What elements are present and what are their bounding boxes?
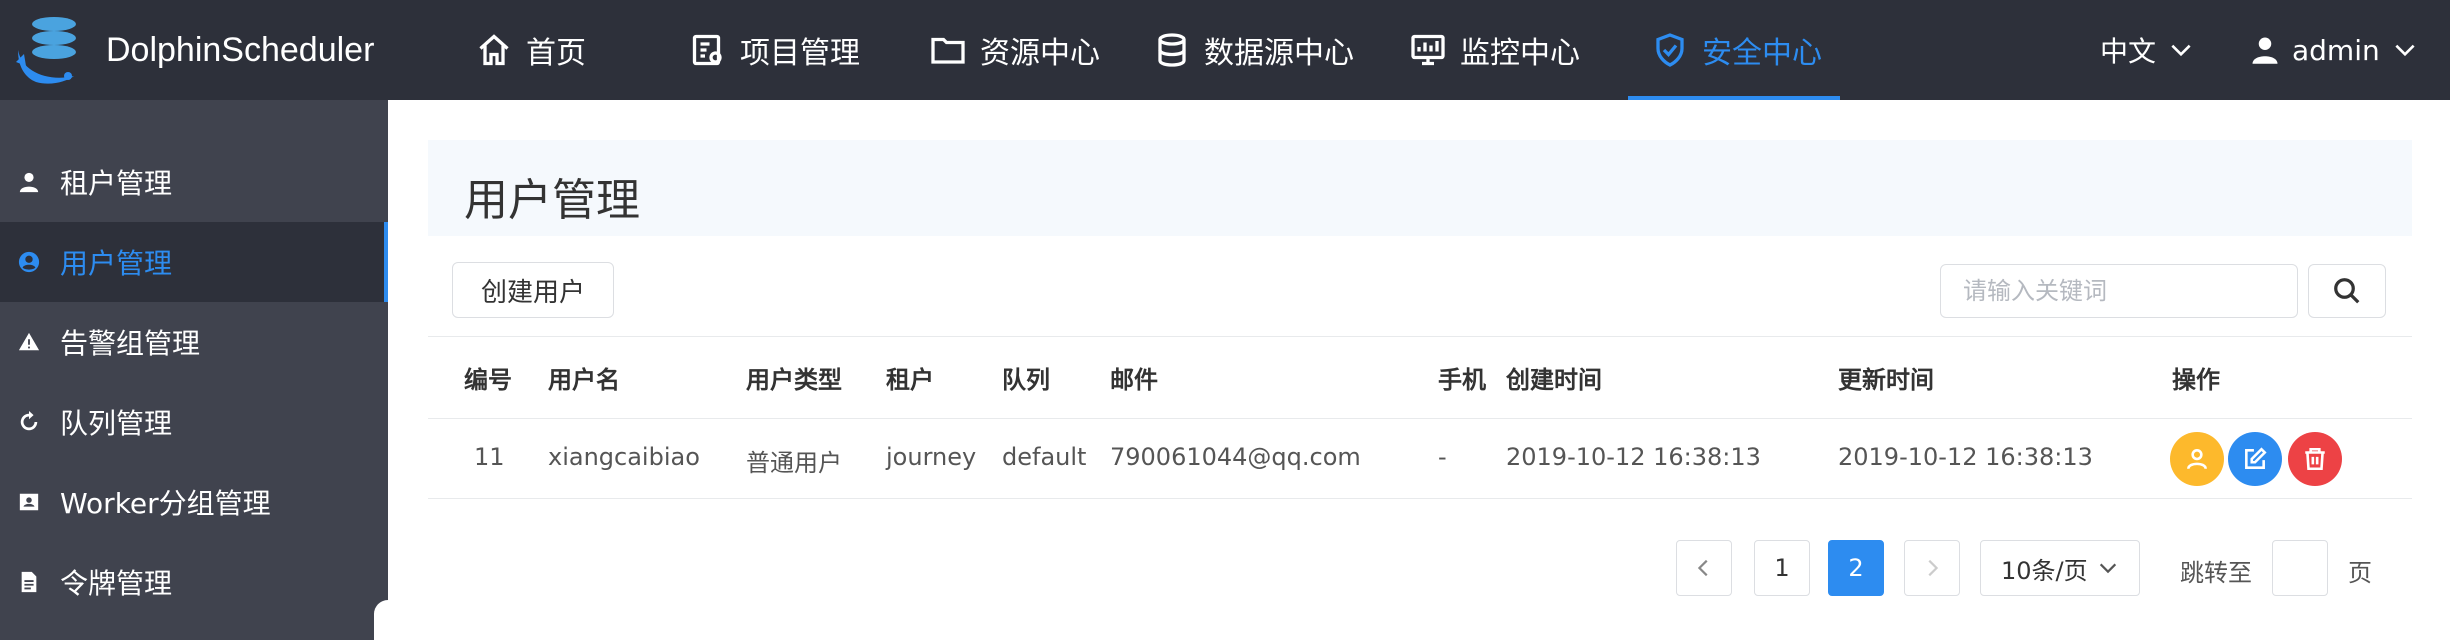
nav-monitor-label: 监控中心	[1460, 36, 1580, 71]
top-navbar: DolphinScheduler 首页 项目管理 资源中心 数据源中心 监控中心…	[0, 0, 2450, 100]
authorize-button[interactable]	[2170, 432, 2224, 486]
cell-email: 790061044@qq.com	[1110, 443, 1361, 471]
dolphin-logo-icon	[16, 17, 76, 84]
nav-home[interactable]: 首页	[476, 0, 586, 100]
nav-datasource-label: 数据源中心	[1204, 36, 1354, 71]
user-icon	[2252, 37, 2278, 64]
nav-home-label: 首页	[526, 36, 586, 71]
cell-user-type: 普通用户	[746, 449, 842, 477]
column-header-tenant: 租户	[886, 366, 934, 394]
home-icon	[479, 34, 509, 66]
project-icon	[692, 34, 722, 66]
user-icon	[19, 172, 39, 193]
sidebar-item-label: 告警组管理	[60, 327, 201, 360]
column-header-queue: 队列	[1002, 366, 1050, 394]
table-bottom-border	[428, 498, 2412, 499]
sidebar-item-tokens[interactable]: 令牌管理	[0, 542, 388, 622]
chevron-down-icon	[2395, 44, 2415, 57]
cell-update-time: 2019-10-12 16:38:13	[1838, 443, 2093, 471]
pagination-page-1[interactable]: 1	[1754, 540, 1810, 596]
nav-security-label: 安全中心	[1702, 36, 1822, 71]
username-label: admin	[2292, 33, 2380, 67]
table-top-border	[428, 336, 2412, 337]
pagination-page-2[interactable]: 2	[1828, 540, 1884, 596]
chevron-down-icon	[2099, 563, 2117, 574]
page-title: 用户管理	[464, 175, 640, 226]
jump-page-input[interactable]	[2272, 540, 2328, 596]
recycle-icon	[20, 411, 38, 431]
shield-icon	[1656, 33, 1684, 67]
document-icon	[21, 571, 37, 593]
delete-button[interactable]	[2288, 432, 2342, 486]
search-button[interactable]	[2308, 264, 2386, 318]
sidebar-item-worker-groups[interactable]: Worker分组管理	[0, 462, 388, 542]
sidebar-item-users[interactable]: 用户管理	[0, 222, 388, 302]
nav-projects-label: 项目管理	[740, 36, 860, 71]
language-dropdown[interactable]: 中文	[2100, 0, 2194, 100]
chevron-left-icon	[1697, 559, 1708, 577]
column-header-user-type: 用户类型	[746, 366, 842, 394]
sidebar-item-tenant[interactable]: 租户管理	[0, 142, 388, 222]
search-input[interactable]	[1940, 264, 2298, 318]
sidebar-item-alert-groups[interactable]: 告警组管理	[0, 302, 388, 382]
cell-username: xiangcaibiao	[548, 443, 700, 471]
nav-projects[interactable]: 项目管理	[690, 0, 860, 100]
sidebar-item-label: 队列管理	[60, 407, 173, 440]
column-header-phone: 手机	[1438, 366, 1486, 394]
page-header: 用户管理	[428, 140, 2412, 236]
pagination-prev-button[interactable]	[1676, 540, 1732, 596]
id-card-icon	[19, 493, 39, 511]
cell-id: 11	[474, 443, 505, 471]
column-header-email: 邮件	[1110, 366, 1158, 394]
cell-create-time: 2019-10-12 16:38:13	[1506, 443, 1761, 471]
app-name: DolphinScheduler	[106, 30, 375, 69]
create-user-button[interactable]: 创建用户	[452, 262, 614, 318]
column-header-username: 用户名	[548, 366, 620, 394]
database-icon	[1158, 33, 1186, 67]
nav-datasource[interactable]: 数据源中心	[1154, 0, 1354, 100]
column-header-create-time: 创建时间	[1506, 366, 1602, 394]
pagination-next-button[interactable]	[1904, 540, 1960, 596]
user-icon	[2187, 449, 2207, 470]
page-suffix-label: 页	[2348, 559, 2372, 587]
sidebar-item-label: Worker分组管理	[60, 487, 271, 520]
chevron-down-icon	[2171, 44, 2191, 57]
search-icon	[2334, 278, 2360, 304]
sidebar-item-queues[interactable]: 队列管理	[0, 382, 388, 462]
monitor-icon	[1411, 34, 1445, 66]
table-header-border	[428, 418, 2412, 419]
page-size-label: 10条/页	[2001, 556, 2088, 585]
language-label: 中文	[2100, 35, 2157, 68]
trash-icon	[2305, 447, 2325, 471]
edit-icon	[2245, 447, 2267, 469]
user-dropdown[interactable]: admin	[2250, 0, 2418, 100]
sidebar-item-label: 租户管理	[60, 167, 173, 200]
cell-tenant: journey	[886, 443, 977, 471]
nav-monitor[interactable]: 监控中心	[1410, 0, 1580, 100]
nav-active-indicator	[1628, 96, 1840, 100]
page-size-select[interactable]: 10条/页	[1980, 540, 2140, 596]
sidebar: 租户管理 用户管理 告警组管理 队列管理 Worker分组管理 令牌管理	[0, 100, 388, 640]
nav-security[interactable]: 安全中心	[1652, 0, 1822, 100]
sidebar-item-label: 用户管理	[60, 247, 173, 280]
cell-phone: -	[1438, 443, 1447, 471]
jump-to-label: 跳转至	[2180, 559, 2252, 587]
edit-button[interactable]	[2228, 432, 2282, 486]
column-header-update-time: 更新时间	[1838, 366, 1934, 394]
sidebar-item-label: 令牌管理	[60, 567, 173, 600]
column-header-id: 编号	[464, 366, 512, 394]
chevron-right-icon	[1928, 559, 1939, 577]
cell-queue: default	[1002, 443, 1087, 471]
app-logo[interactable]: DolphinScheduler	[8, 0, 374, 100]
nav-resources[interactable]: 资源中心	[930, 0, 1100, 100]
warning-icon	[18, 332, 40, 351]
user-circle-icon	[18, 251, 40, 273]
nav-resources-label: 资源中心	[980, 36, 1100, 71]
folder-icon	[931, 37, 965, 64]
column-header-actions: 操作	[2172, 366, 2220, 394]
